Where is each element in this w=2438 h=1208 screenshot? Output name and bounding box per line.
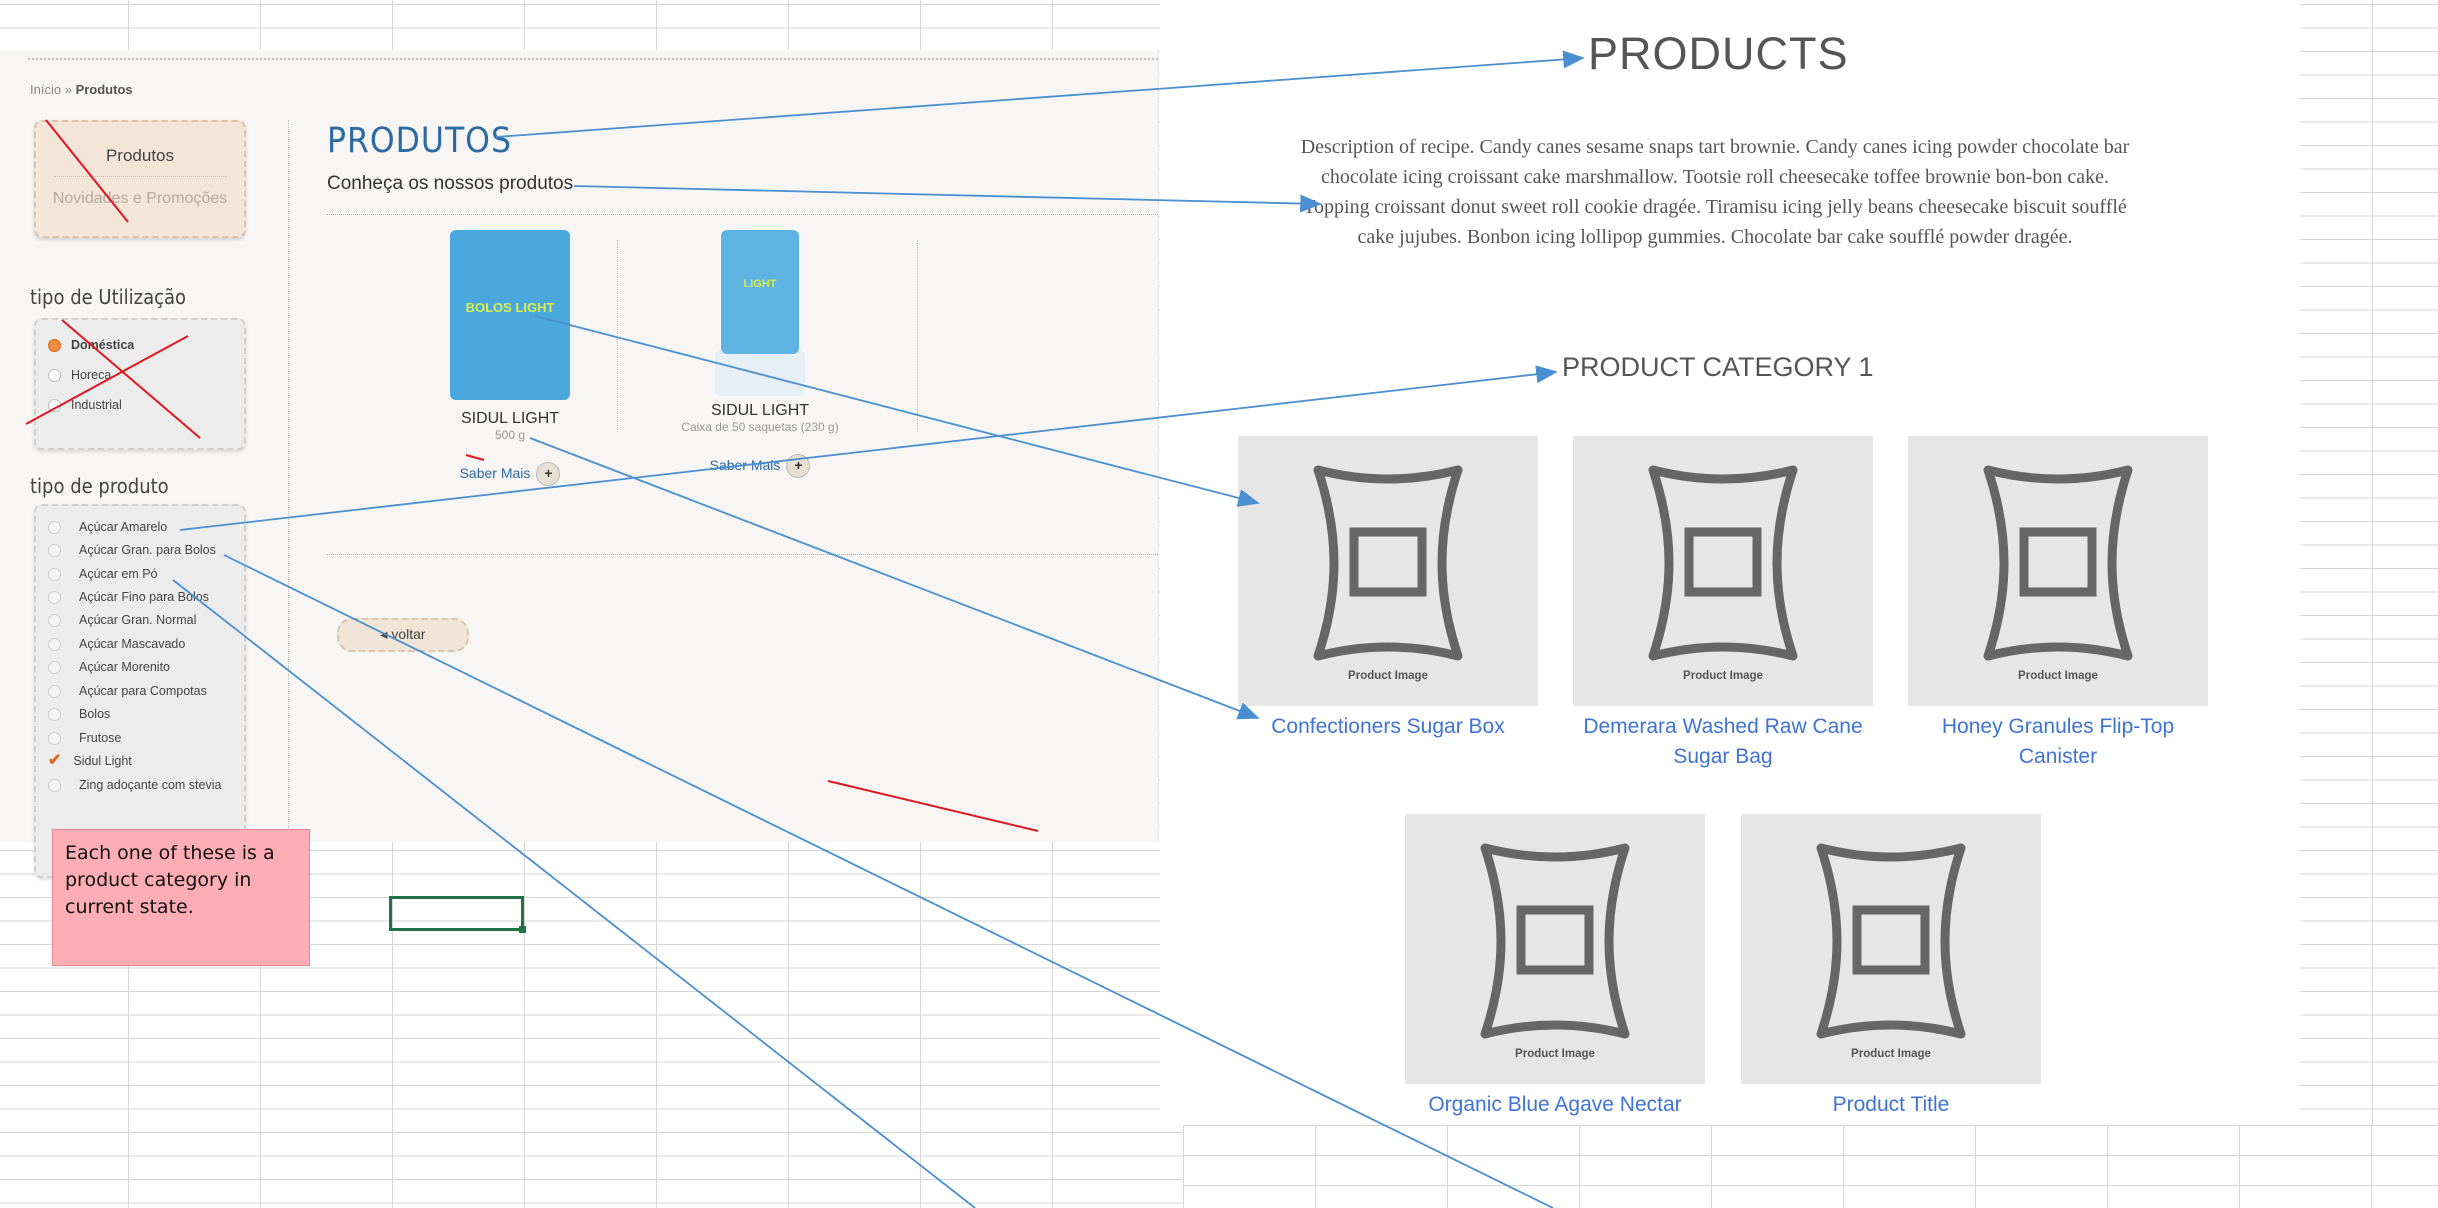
bag-icon — [1313, 465, 1463, 661]
grid-strip — [1183, 1125, 2438, 1208]
product-desc: 500 g — [494, 428, 526, 442]
image-caption: Product Image — [2018, 670, 2098, 682]
type-option-checked[interactable]: ✔ Sidul Light — [48, 750, 132, 770]
product-title-link[interactable]: Organic Blue Agave Nectar Syrup Bottle — [1405, 1090, 1705, 1124]
product-card[interactable]: Product Image Confectioners Sugar Box — [1238, 436, 1538, 742]
mockup-category-title: PRODUCT CATEGORY 1 — [1562, 352, 1874, 382]
product-name: SIDUL LIGHT — [710, 402, 810, 419]
image-caption: Product Image — [1515, 1048, 1595, 1060]
product-image-placeholder[interactable]: Product Image — [1573, 436, 1873, 706]
product-image[interactable]: BOLOS LIGHT — [450, 230, 570, 400]
bag-icon — [1648, 465, 1798, 661]
sachet-image — [715, 350, 805, 396]
type-option[interactable]: Bolos — [48, 707, 110, 722]
image-caption: Product Image — [1348, 670, 1428, 682]
usage-option-industrial[interactable]: Industrial — [48, 398, 122, 413]
product-type-filter-title: tipo de produto — [30, 474, 169, 498]
type-option[interactable]: Frutose — [48, 731, 121, 746]
product-card[interactable]: BOLOS LIGHT SIDUL LIGHT 500 g Saber Mais… — [400, 230, 620, 486]
product-card[interactable]: Product Image Product Title — [1741, 814, 2041, 1120]
type-option[interactable]: Açúcar Mascavado — [48, 637, 185, 652]
radio[interactable] — [48, 369, 61, 383]
radio[interactable] — [48, 399, 61, 413]
check-icon: ✔ — [48, 752, 62, 769]
voltar-button[interactable]: ◂ voltar — [337, 618, 469, 652]
product-title-link[interactable]: Product Title — [1741, 1090, 2041, 1120]
nav-novidades[interactable]: Novidades e Promoções — [36, 190, 244, 208]
type-option[interactable]: Zing adoçante com stevia — [48, 778, 221, 793]
usage-filter-title: tipo de Utilização — [30, 285, 187, 309]
breadcrumb-separator: » — [64, 82, 72, 97]
type-option[interactable]: Açúcar Fino para Bolos — [48, 590, 209, 605]
content-divider — [327, 214, 1158, 215]
mockup-title: PRODUCTS — [1588, 28, 1849, 79]
product-divider — [917, 240, 918, 432]
page-title: PRODUTOS — [327, 121, 512, 161]
bag-icon — [1983, 465, 2133, 661]
annotation-note: Each one of these is a product category … — [52, 829, 310, 966]
product-desc: Caixa de 50 saquetas (230 g) — [681, 420, 839, 434]
bag-icon — [1816, 843, 1966, 1039]
content-divider-bottom — [327, 554, 1158, 555]
top-divider — [28, 58, 1158, 60]
product-image-placeholder[interactable]: Product Image — [1908, 436, 2208, 706]
plus-icon[interactable]: + — [536, 462, 561, 486]
image-caption: Product Image — [1851, 1048, 1931, 1060]
product-title-link[interactable]: Demerara Washed Raw Cane Sugar Bag — [1573, 712, 1873, 772]
type-option[interactable]: Açúcar Morenito — [48, 660, 170, 675]
nav-produtos[interactable]: Produtos — [36, 146, 244, 166]
product-card[interactable]: Product Image Demerara Washed Raw Cane S… — [1573, 436, 1873, 772]
breadcrumb: Início » Produtos — [30, 82, 133, 97]
product-divider — [617, 240, 618, 432]
sidebar-nav-card: Produtos Novidades e Promoções — [34, 120, 246, 238]
type-option[interactable]: Açúcar Gran. para Bolos — [48, 543, 216, 558]
saber-mais-link[interactable]: Saber Mais + — [400, 462, 620, 486]
type-option[interactable]: Açúcar em Pó — [48, 567, 158, 582]
selected-cell[interactable] — [389, 896, 526, 933]
bag-icon — [1480, 843, 1630, 1039]
page-subtitle: Conheça os nossos produtos — [327, 173, 574, 194]
product-title-link[interactable]: Honey Granules Flip-Top Canister — [1908, 712, 2208, 772]
product-image-placeholder[interactable]: Product Image — [1238, 436, 1538, 706]
product-title-link[interactable]: Confectioners Sugar Box — [1238, 712, 1538, 742]
sidebar-divider — [288, 120, 289, 840]
radio-selected[interactable] — [48, 339, 61, 353]
mockup-description: Description of recipe. Candy canes sesam… — [1300, 136, 2130, 248]
saber-mais-link[interactable]: Saber Mais + — [650, 454, 870, 478]
type-option[interactable]: Açúcar Gran. Normal — [48, 613, 196, 628]
breadcrumb-home[interactable]: Início — [30, 82, 61, 97]
product-image[interactable]: LIGHT — [721, 230, 799, 354]
type-option[interactable]: Açúcar para Compotas — [48, 684, 207, 699]
product-image-placeholder[interactable]: Product Image — [1741, 814, 2041, 1084]
product-image-placeholder[interactable]: Product Image — [1405, 814, 1705, 1084]
usage-option-horeca[interactable]: Horeca — [48, 368, 111, 383]
usage-filter-box: Doméstica Horeca Industrial — [34, 318, 246, 450]
product-name: SIDUL LIGHT — [460, 410, 560, 427]
usage-option-domestica[interactable]: Doméstica — [48, 338, 134, 353]
plus-icon[interactable]: + — [786, 454, 811, 478]
current-site-screenshot: Início » Produtos Produtos Novidades e P… — [0, 50, 1159, 878]
image-caption: Product Image — [1683, 670, 1763, 682]
nav-divider — [54, 176, 226, 177]
breadcrumb-current: Produtos — [75, 82, 133, 97]
product-type-filter-box: Açúcar Amarelo Açúcar Gran. para Bolos A… — [34, 504, 246, 878]
product-card[interactable]: Product Image Honey Granules Flip-Top Ca… — [1908, 436, 2208, 772]
product-card[interactable]: Product Image Organic Blue Agave Nectar … — [1405, 814, 1705, 1124]
product-card[interactable]: LIGHT SIDUL LIGHT Caixa de 50 saquetas (… — [650, 230, 870, 478]
type-option[interactable]: Açúcar Amarelo — [48, 520, 167, 535]
